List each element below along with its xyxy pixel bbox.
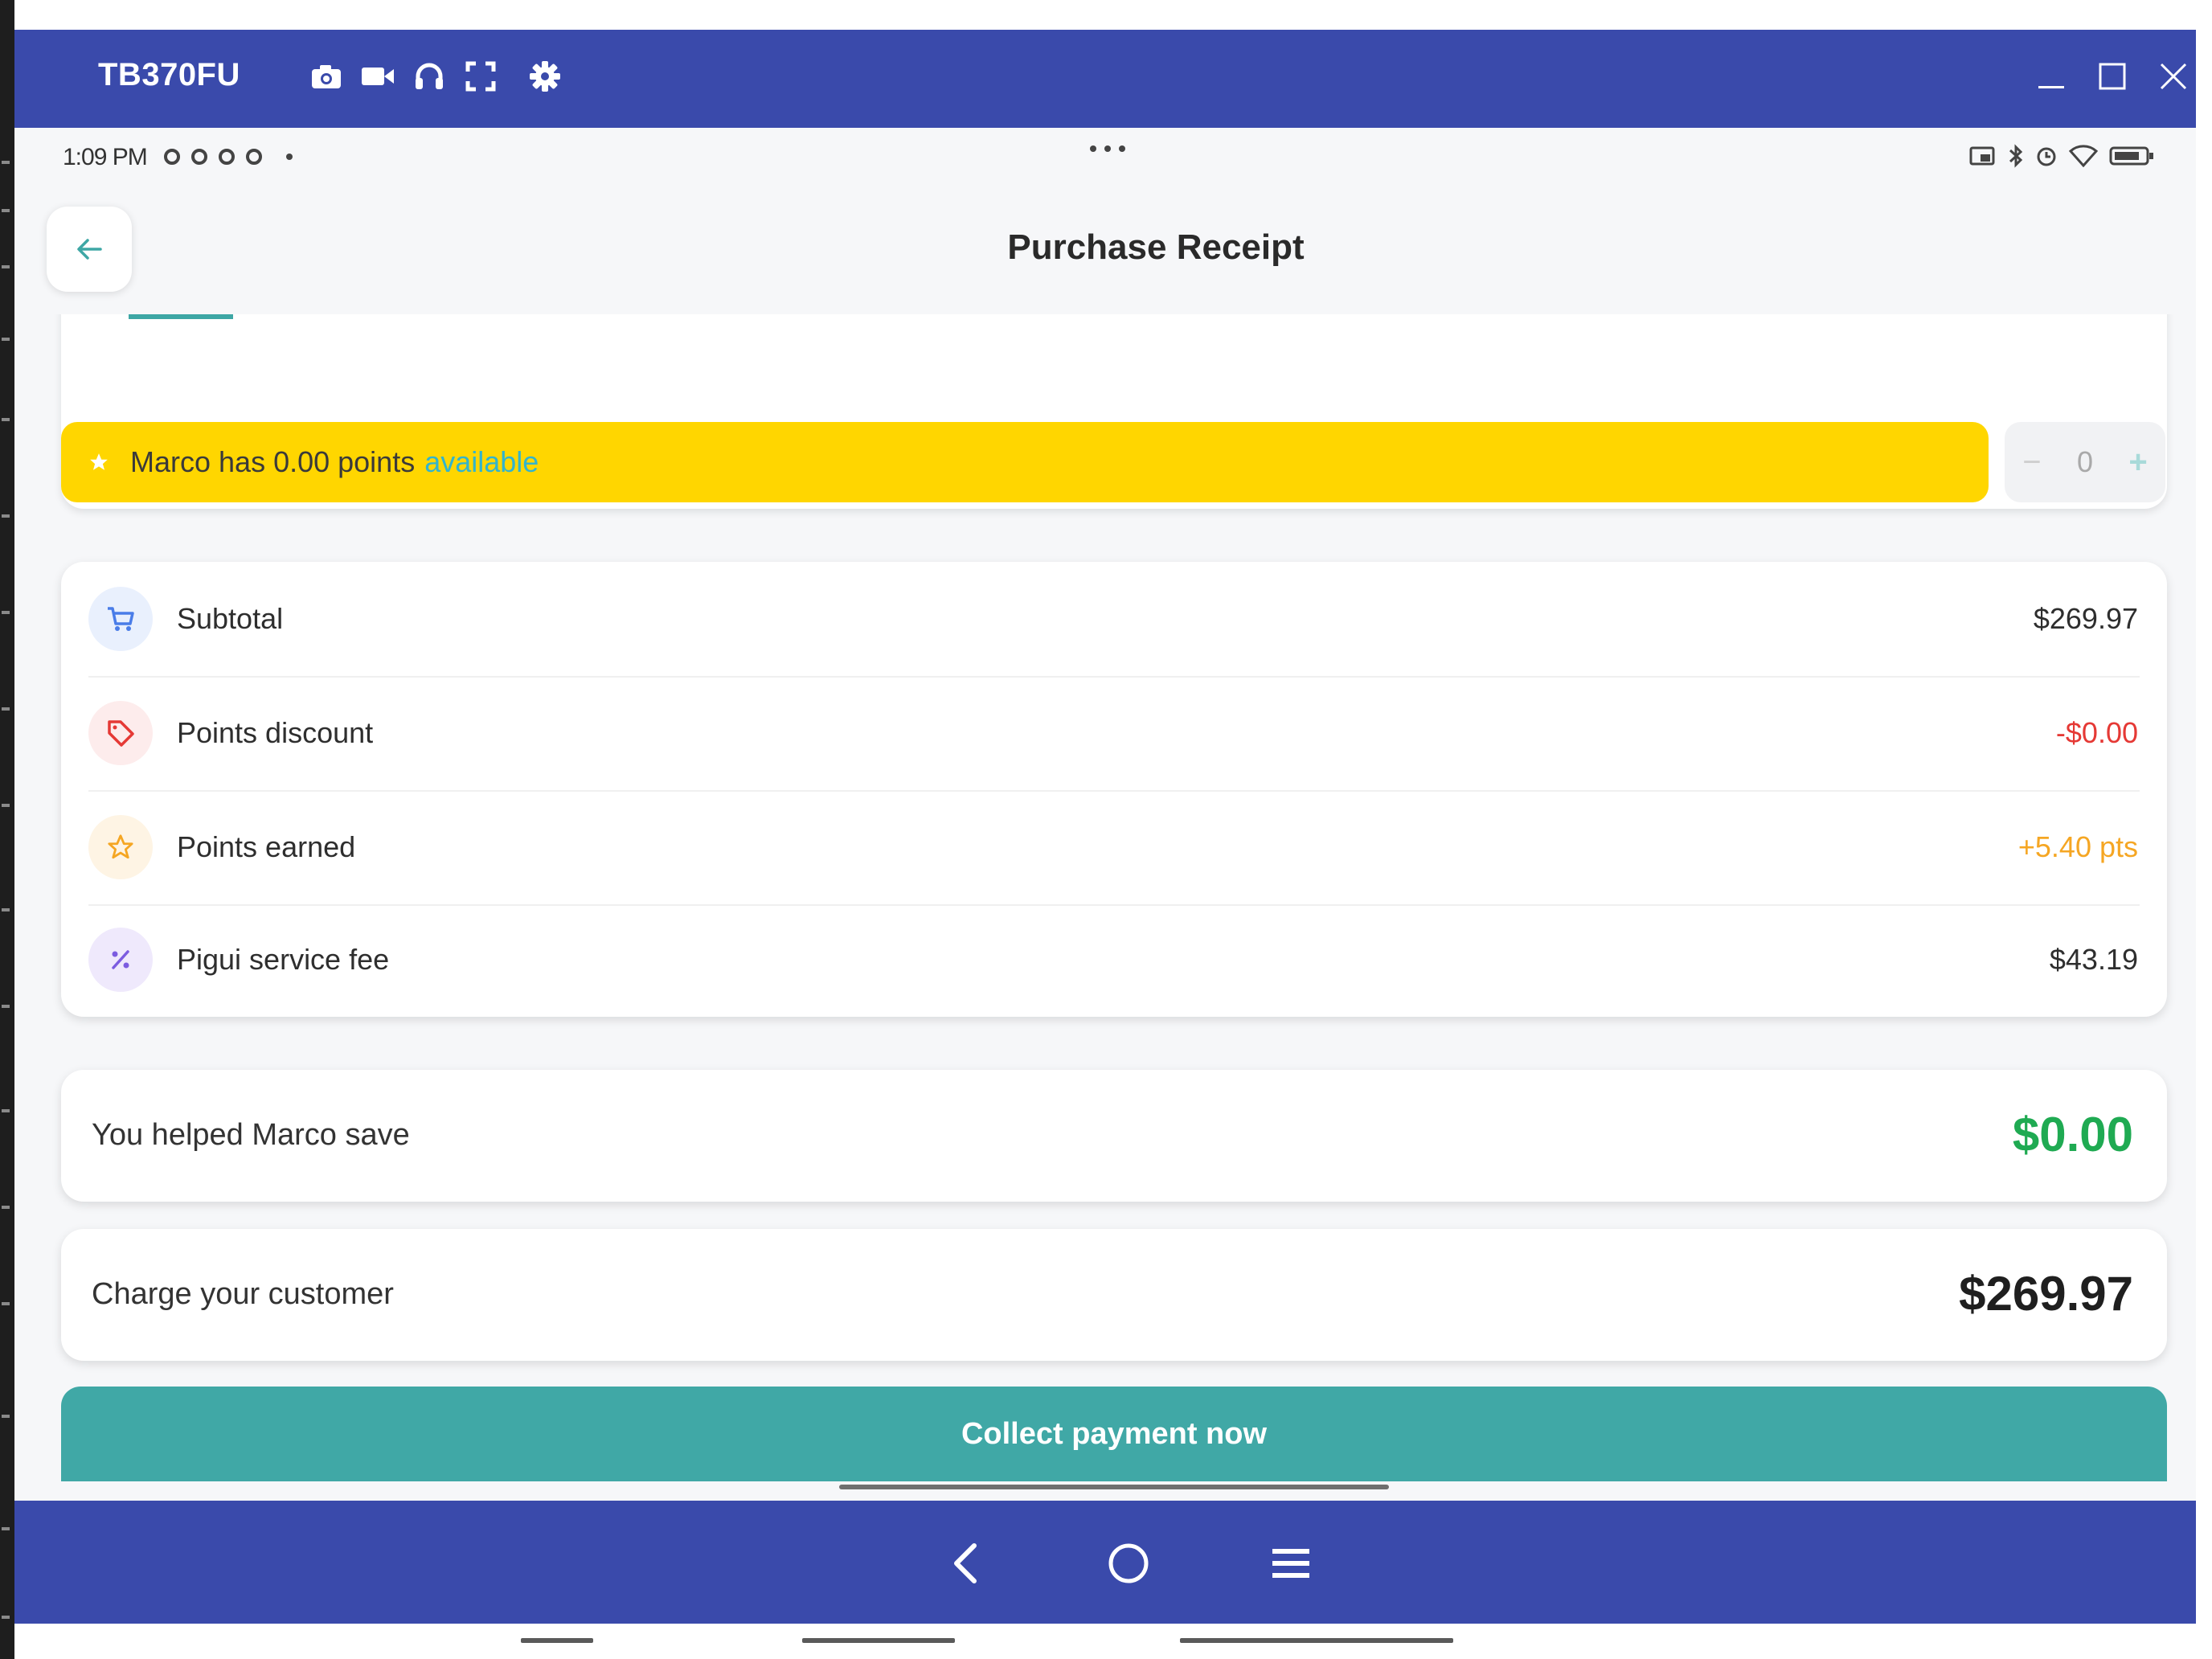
points-earned-label: Points earned <box>177 830 356 863</box>
more-notifications-dot <box>286 154 293 160</box>
status-time: 1:09 PM <box>63 144 148 170</box>
points-discount-amount: -$0.00 <box>2055 716 2138 749</box>
charge-card: Charge your customer $269.97 <box>61 1229 2167 1361</box>
desktop-right-edge <box>2196 0 2212 1659</box>
points-to-redeem-value: 0 <box>2076 445 2093 478</box>
desktop-left-edge <box>0 0 14 1659</box>
points-banner: Marco has 0.00 points available <box>61 422 1989 502</box>
charge-amount: $269.97 <box>1959 1267 2133 1321</box>
points-balance-text: Marco has 0.00 points <box>130 445 416 478</box>
collect-payment-button[interactable]: Collect payment now <box>61 1387 2167 1481</box>
service-fee-row: Pigui service fee $43.19 <box>61 903 2167 1017</box>
close-icon[interactable] <box>2149 52 2198 100</box>
cart-icon <box>88 587 153 651</box>
home-nav-icon[interactable] <box>1090 1525 1167 1602</box>
back-nav-icon[interactable] <box>928 1525 1005 1602</box>
bluetooth-icon <box>2009 144 2023 168</box>
increment-button[interactable]: + <box>2128 444 2147 481</box>
device-name: TB370FU <box>98 57 240 92</box>
points-available-link[interactable]: available <box>424 445 539 479</box>
star-icon <box>88 452 109 473</box>
navigation-bar <box>14 1501 2196 1624</box>
points-discount-label: Points discount <box>177 716 374 749</box>
receipt-breakdown-card: Subtotal $269.97 Points discount -$0.00 … <box>61 562 2167 1017</box>
battery-icon <box>2109 146 2153 166</box>
minimize-icon[interactable] <box>2027 52 2075 100</box>
maximize-icon[interactable] <box>2088 52 2136 100</box>
page-title: Purchase Receipt <box>1007 227 1305 267</box>
cast-icon <box>1969 146 1995 166</box>
more-dots-icon <box>1090 145 1125 152</box>
savings-label: You helped Marco save <box>92 1118 410 1152</box>
gesture-home-indicator[interactable] <box>839 1485 1389 1489</box>
wifi-icon <box>2069 145 2098 167</box>
notification-icon <box>219 149 235 165</box>
video-icon[interactable] <box>355 54 400 99</box>
savings-card: You helped Marco save $0.00 <box>61 1070 2167 1202</box>
desktop-bottom-edge <box>14 1627 2196 1659</box>
percent-icon <box>88 928 153 992</box>
savings-amount: $0.00 <box>2012 1108 2133 1161</box>
points-earned-amount: +5.40 pts <box>2017 830 2138 863</box>
decrement-button[interactable]: − <box>2022 444 2041 481</box>
subtotal-amount: $269.97 <box>2033 602 2138 635</box>
emulator-title-bar: TB370FU <box>14 30 2196 128</box>
fullscreen-icon[interactable] <box>458 54 503 99</box>
device-screen: 1:09 PM Purchase Receipt Marco has 0.00 … <box>14 128 2196 1501</box>
status-bar: 1:09 PM <box>14 128 2196 186</box>
subtotal-label: Subtotal <box>177 602 284 635</box>
headphones-icon[interactable] <box>407 54 452 99</box>
subtotal-row: Subtotal $269.97 <box>61 562 2167 676</box>
tag-icon <box>88 701 153 765</box>
service-fee-label: Pigui service fee <box>177 943 390 976</box>
notification-icon <box>164 149 180 165</box>
system-icons <box>1969 144 2156 168</box>
charge-label: Charge your customer <box>92 1277 394 1311</box>
star-icon <box>88 815 153 879</box>
notification-icons <box>164 149 293 165</box>
service-fee-amount: $43.19 <box>2049 943 2138 976</box>
notification-icon <box>246 149 262 165</box>
points-stepper: − 0 + <box>2005 422 2165 502</box>
recents-nav-icon[interactable] <box>1252 1525 1329 1602</box>
points-discount-row: Points discount -$0.00 <box>61 676 2167 790</box>
camera-icon[interactable] <box>304 54 349 99</box>
alarm-icon <box>2037 147 2056 166</box>
settings-gear-icon[interactable] <box>522 54 567 99</box>
notification-icon <box>191 149 207 165</box>
points-earned-row: Points earned +5.40 pts <box>61 790 2167 904</box>
